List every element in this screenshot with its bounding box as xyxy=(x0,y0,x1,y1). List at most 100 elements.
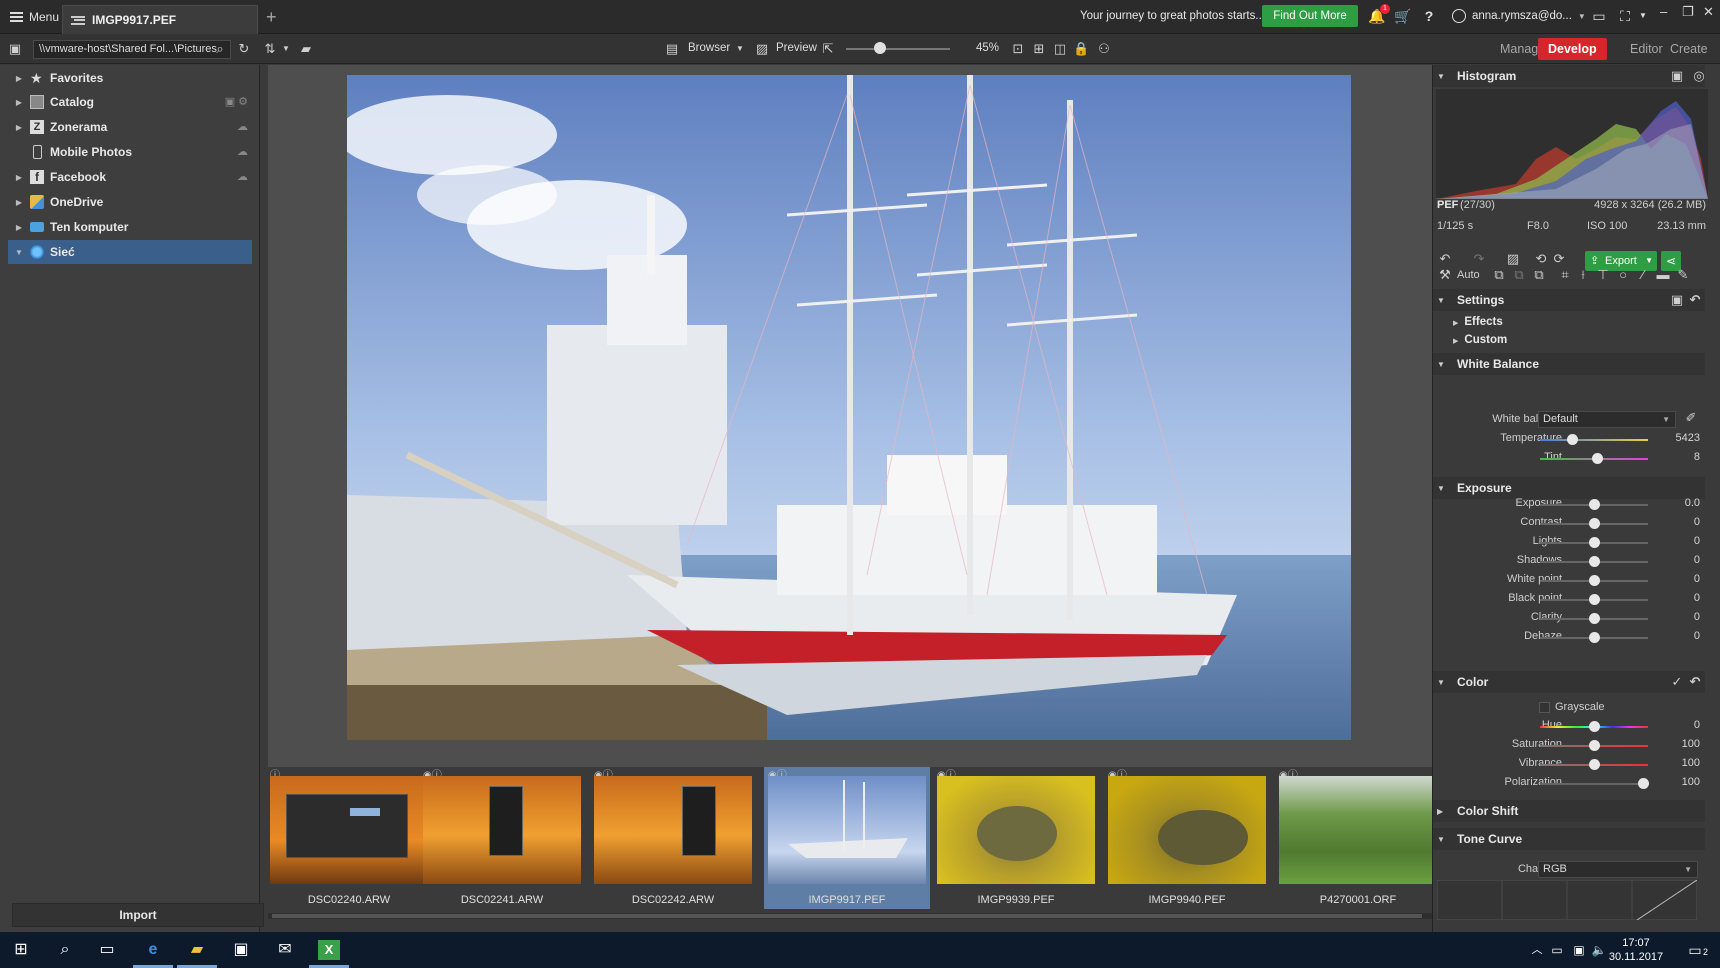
section-exposure[interactable]: ▼ Exposure xyxy=(1433,477,1705,499)
paste-settings-icon[interactable]: ⧉ xyxy=(1511,267,1527,283)
section-tone-curve[interactable]: ▼ Tone Curve xyxy=(1433,828,1705,850)
filmstrip-scrollbar[interactable] xyxy=(268,913,1432,919)
slider-value[interactable]: 5423 xyxy=(1676,432,1700,444)
eraser-icon[interactable]: ✎ xyxy=(1675,267,1691,283)
slider-handle[interactable] xyxy=(1567,434,1579,445)
slider-value[interactable]: 0 xyxy=(1694,554,1700,566)
file-explorer-icon[interactable]: ▰ xyxy=(186,940,208,960)
nav-item-favorites[interactable]: ▶ ★ Favorites xyxy=(8,66,252,90)
faces-icon[interactable]: ⚇ xyxy=(1096,41,1112,57)
slider-handle[interactable] xyxy=(1589,537,1600,548)
path-field[interactable]: \\vmware-host\Shared Fol...\Pictures xyxy=(33,40,231,59)
zoom-slider-handle[interactable] xyxy=(874,42,887,54)
reset-icon[interactable]: ↶ xyxy=(1687,292,1703,308)
tab-develop[interactable]: Develop xyxy=(1538,38,1607,60)
close-icon[interactable]: ✕ xyxy=(1703,4,1714,20)
lock-icon[interactable]: 🔒 xyxy=(1073,41,1089,57)
channel-select[interactable]: RGB ▼ xyxy=(1538,861,1698,878)
edge-browser-icon[interactable]: e xyxy=(142,940,164,960)
slider-handle[interactable] xyxy=(1589,518,1600,529)
gradient-filter-icon[interactable]: ▬ xyxy=(1655,267,1671,282)
folder-up-icon[interactable]: ▣ xyxy=(7,41,23,57)
custom-item[interactable]: ▶ Custom xyxy=(1453,334,1507,346)
restore-icon[interactable]: ❐ xyxy=(1682,4,1694,20)
auto-label[interactable]: Auto xyxy=(1457,269,1480,281)
nav-item-mobile-photos[interactable]: Mobile Photos ☁ xyxy=(8,140,252,164)
browser-icon[interactable]: ▤ xyxy=(664,41,680,57)
chevron-down-icon[interactable]: ▼ xyxy=(278,41,294,57)
zoner-app-icon[interactable]: X xyxy=(318,940,340,960)
actual-size-icon[interactable]: ⊞ xyxy=(1031,41,1047,57)
slider-handle[interactable] xyxy=(1589,556,1600,567)
nav-item-ten-komputer[interactable]: ▶ Ten komputer xyxy=(8,215,252,239)
expand-arrow-icon[interactable]: ▶ xyxy=(12,173,26,182)
catalog-settings-icon[interactable]: ▣ ⚙ xyxy=(225,95,248,108)
zoom-slider[interactable] xyxy=(846,48,950,50)
eyedropper-icon[interactable]: ✐ xyxy=(1683,410,1699,426)
perspective-icon[interactable]: ⟊ xyxy=(1575,267,1591,283)
fit-icon[interactable]: ⊡ xyxy=(1010,41,1026,57)
duplicate-icon[interactable]: ⧉ xyxy=(1531,267,1547,283)
monitor-icon[interactable]: ▭ xyxy=(1590,7,1608,25)
slider-handle[interactable] xyxy=(1589,721,1600,732)
section-histogram[interactable]: ▼ Histogram ▣ ◎ xyxy=(1433,65,1705,87)
save-preset-icon[interactable]: ▣ xyxy=(1669,292,1685,308)
action-center-icon[interactable]: ▭ 2 xyxy=(1684,940,1708,960)
rotate-left-icon[interactable]: ⟲ xyxy=(1533,251,1549,267)
section-white-balance[interactable]: ▼ White Balance xyxy=(1433,353,1705,375)
slider-handle[interactable] xyxy=(1589,740,1600,751)
slider-value[interactable]: 100 xyxy=(1682,738,1700,750)
slider-handle[interactable] xyxy=(1589,499,1600,510)
browser-label[interactable]: Browser xyxy=(688,42,730,54)
nav-item-facebook[interactable]: ▶ f Facebook ☁ xyxy=(8,165,252,189)
chevron-down-icon[interactable]: ▼ xyxy=(732,41,748,57)
section-settings[interactable]: ▼ Settings ▣ ↶ xyxy=(1433,289,1705,311)
system-clock[interactable]: 17:07 30.11.2017 xyxy=(1606,936,1666,964)
scrollbar-thumb[interactable] xyxy=(272,914,1422,918)
find-out-more-button[interactable]: Find Out More xyxy=(1262,5,1358,27)
chevron-down-icon[interactable]: ▼ xyxy=(1634,7,1652,25)
search-icon[interactable]: ⌕ xyxy=(54,940,76,960)
cart-icon[interactable]: 🛒 xyxy=(1394,7,1412,25)
text-icon[interactable]: ⊤ xyxy=(1595,267,1611,283)
filmstrip-thumb[interactable]: ◉ⓘ IMGP9940.PEF xyxy=(1104,767,1270,909)
slider-handle[interactable] xyxy=(1589,594,1600,605)
filmstrip-thumb[interactable]: ⓘ DSC02240.ARW xyxy=(266,767,432,909)
mail-icon[interactable]: ✉ xyxy=(274,940,296,960)
radial-filter-icon[interactable]: ○ xyxy=(1615,267,1631,282)
sort-icon[interactable]: ⇅ xyxy=(262,41,278,57)
battery-icon[interactable]: ▭ xyxy=(1546,940,1568,960)
nav-item-siec[interactable]: ▼ Sieć xyxy=(8,240,252,264)
network-tray-icon[interactable]: ▣ xyxy=(1568,940,1590,960)
reset-icon[interactable]: ↶ xyxy=(1687,674,1703,690)
menu-button[interactable]: Menu xyxy=(4,6,65,28)
slider-value[interactable]: 0 xyxy=(1694,630,1700,642)
grayscale-checkbox[interactable] xyxy=(1539,702,1550,713)
preview-label[interactable]: Preview xyxy=(776,42,817,54)
checkmark-icon[interactable]: ✓ xyxy=(1669,674,1685,690)
slider-value[interactable]: 0 xyxy=(1694,592,1700,604)
expand-arrow-icon[interactable]: ▶ xyxy=(12,223,26,232)
section-color[interactable]: ▼ Color ✓ ↶ xyxy=(1433,671,1705,693)
task-view-icon[interactable]: ▭ xyxy=(96,940,118,960)
notifications-icon[interactable]: 🔔 1 xyxy=(1368,4,1390,25)
help-icon[interactable]: ? xyxy=(1420,7,1438,25)
slider-handle[interactable] xyxy=(1637,778,1649,789)
compare-icon[interactable]: ◫ xyxy=(1052,41,1068,57)
chevron-up-icon[interactable]: ︿ xyxy=(1526,940,1548,960)
filmstrip-thumb[interactable]: ◉ⓘ DSC02241.ARW xyxy=(419,767,585,909)
fullscreen-icon[interactable]: ⛶ xyxy=(1616,7,1634,25)
minimize-icon[interactable]: – xyxy=(1660,4,1667,19)
slider-handle[interactable] xyxy=(1589,632,1600,643)
white-balance-select[interactable]: Default ▼ xyxy=(1538,411,1676,428)
filmstrip-thumb-selected[interactable]: ◉ⓘ IMGP9917.PEF xyxy=(764,767,930,909)
rotate-right-icon[interactable]: ⟳ xyxy=(1551,251,1567,267)
histogram-target-icon[interactable]: ◎ xyxy=(1691,68,1707,84)
expand-arrow-icon[interactable]: ▶ xyxy=(12,74,26,83)
filmstrip-thumb[interactable]: ◉ⓘ P4270001.ORF xyxy=(1275,767,1441,909)
section-color-shift[interactable]: ▶ Color Shift xyxy=(1433,800,1705,822)
slider-value[interactable]: 0 xyxy=(1694,573,1700,585)
nav-item-onedrive[interactable]: ▶ OneDrive xyxy=(8,190,252,214)
copy-settings-icon[interactable]: ⧉ xyxy=(1491,267,1507,283)
document-tab[interactable]: IMGP9917.PEF xyxy=(62,5,258,34)
